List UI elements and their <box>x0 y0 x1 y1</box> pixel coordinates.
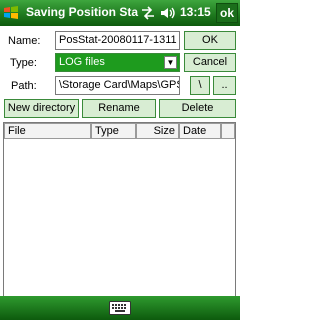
column-header-type[interactable]: Type <box>91 123 136 139</box>
soft-key-bar <box>0 296 240 320</box>
path-input[interactable]: \Storage Card\Maps\GPS <box>55 76 180 95</box>
keyboard-icon[interactable] <box>109 301 131 315</box>
cancel-button[interactable]: Cancel <box>184 53 236 72</box>
column-header-size[interactable]: Size <box>136 123 179 139</box>
type-dropdown[interactable]: LOG files ▼ <box>55 53 180 72</box>
connectivity-icon[interactable] <box>140 5 156 21</box>
column-header-spacer <box>221 123 235 139</box>
delete-button[interactable]: Delete <box>159 99 236 118</box>
column-header-date[interactable]: Date <box>179 123 221 139</box>
rename-button[interactable]: Rename <box>82 99 156 118</box>
column-header-file[interactable]: File <box>4 123 91 139</box>
volume-icon[interactable] <box>160 5 176 21</box>
window-title: Saving Position Sta <box>26 5 139 19</box>
root-directory-button[interactable]: \ <box>190 76 210 95</box>
list-header: File Type Size Date <box>4 123 235 139</box>
type-label: Type: <box>10 57 37 69</box>
new-directory-button[interactable]: New directory <box>4 99 79 118</box>
windows-start-icon[interactable] <box>3 5 19 21</box>
type-dropdown-value: LOG files <box>59 56 105 68</box>
path-label: Path: <box>11 80 37 92</box>
title-ok-button[interactable]: ok <box>216 3 238 23</box>
parent-directory-button[interactable]: .. <box>213 76 236 95</box>
name-input[interactable]: PosStat-20080117-1311 <box>55 31 180 50</box>
name-label: Name: <box>8 35 41 47</box>
file-list[interactable]: File Type Size Date <box>3 122 236 298</box>
ok-button[interactable]: OK <box>184 31 236 50</box>
chevron-down-icon[interactable]: ▼ <box>164 56 177 69</box>
clock: 13:15 <box>180 5 211 19</box>
title-bar: Saving Position Sta 13:15 ok <box>0 0 240 26</box>
